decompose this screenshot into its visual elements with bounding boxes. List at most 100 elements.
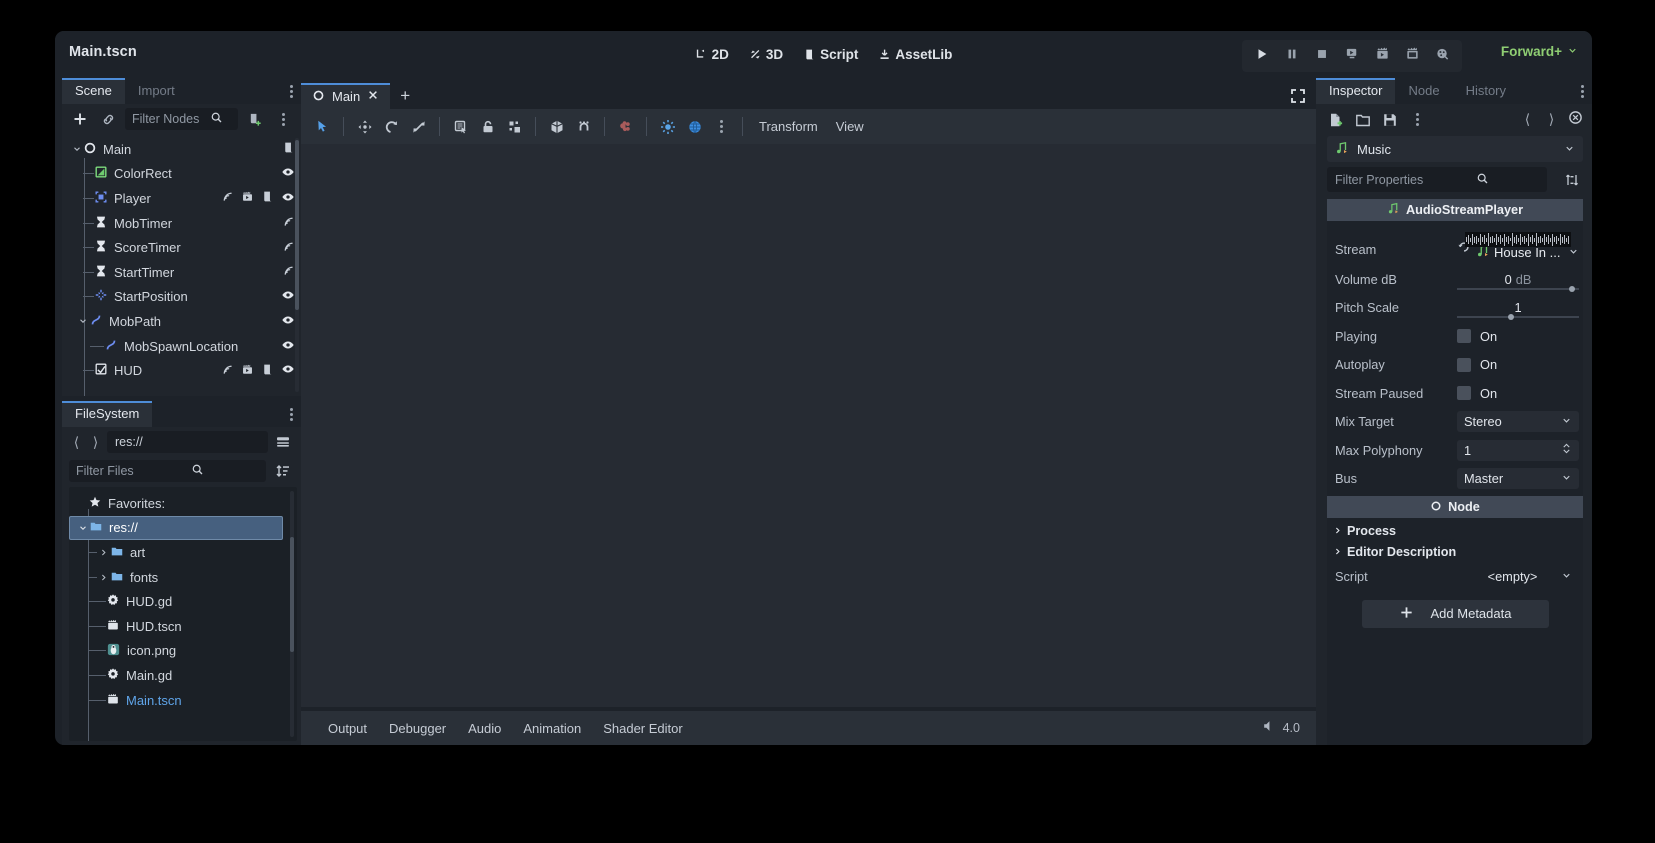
toggle-split-mode-button[interactable] — [272, 431, 294, 453]
tab-filesystem[interactable]: FileSystem — [62, 401, 153, 427]
history-forward-button[interactable]: ⟩ — [1544, 111, 1559, 128]
fs-item-main-gd[interactable]: Main.gd — [69, 663, 297, 688]
chevron-down-icon[interactable] — [1564, 142, 1575, 157]
stream-paused-checkbox[interactable] — [1457, 386, 1471, 401]
fs-item-res-root[interactable]: res:// — [69, 515, 283, 541]
fs-item-icon-png[interactable]: icon.png — [69, 639, 297, 664]
subsection-editor-description[interactable]: Editor Description — [1327, 541, 1583, 562]
run-specific-scene-button[interactable] — [1398, 44, 1426, 68]
slider-track[interactable] — [1457, 287, 1579, 290]
movie-writer-button[interactable] — [1368, 44, 1396, 68]
view-menu[interactable]: View — [827, 116, 873, 137]
signal-icon[interactable] — [282, 240, 295, 256]
stop-button[interactable] — [1308, 44, 1336, 68]
tree-item-colorrect[interactable]: ColorRect — [62, 162, 301, 187]
fs-item-art[interactable]: art — [69, 540, 297, 565]
skeleton-options-button[interactable] — [612, 114, 639, 140]
autoplay-checkbox[interactable] — [1457, 357, 1471, 372]
remote-debug-button[interactable] — [1428, 44, 1456, 68]
chevron-down-icon[interactable] — [1568, 245, 1579, 260]
scene-tree[interactable]: Main ColorRect Player MobTimer ScoreTime… — [62, 134, 301, 396]
tab-history[interactable]: History — [1453, 78, 1519, 104]
bus-dropdown[interactable]: Master — [1457, 468, 1579, 490]
select-mode-button[interactable] — [309, 114, 336, 140]
script-icon[interactable] — [261, 190, 274, 206]
scene-dock-menu-button[interactable] — [282, 78, 301, 104]
menu-assetlib[interactable]: AssetLib — [870, 43, 960, 66]
transform-menu[interactable]: Transform — [750, 116, 827, 137]
stream-resource-name[interactable]: House In ... — [1494, 245, 1564, 260]
mix-target-dropdown[interactable]: Stereo — [1457, 411, 1579, 433]
current-path-field[interactable]: res:// — [107, 431, 268, 453]
inspector-dock-menu-button[interactable] — [1573, 78, 1592, 104]
slider-track[interactable] — [1457, 316, 1579, 319]
history-back-button[interactable]: ⟨ — [1520, 111, 1535, 128]
preview-environment-button[interactable] — [681, 114, 708, 140]
tree-item-scoretimer[interactable]: ScoreTimer — [62, 235, 301, 260]
nav-back-button[interactable]: ⟨ — [69, 434, 84, 451]
tree-item-mobpath[interactable]: MobPath — [62, 309, 301, 334]
run-current-scene-button[interactable] — [1338, 44, 1366, 68]
visibility-icon[interactable] — [281, 288, 295, 305]
fs-item-favorites[interactable]: Favorites: — [69, 491, 297, 516]
tree-item-startposition[interactable]: StartPosition — [62, 285, 301, 310]
script-icon[interactable] — [261, 363, 274, 379]
add-metadata-button[interactable]: Add Metadata — [1361, 599, 1549, 628]
tab-shader-editor[interactable]: Shader Editor — [592, 717, 694, 740]
attach-script-button[interactable] — [244, 108, 266, 130]
filesystem-tree[interactable]: Favorites: res:// art fonts HUD.gd HUD.t… — [69, 487, 297, 741]
playing-checkbox[interactable] — [1457, 329, 1471, 344]
new-resource-button[interactable] — [1325, 109, 1347, 131]
expand-arrow-right-icon[interactable] — [97, 548, 110, 557]
snap-mode-button[interactable] — [570, 114, 597, 140]
slider-handle[interactable] — [1569, 285, 1575, 292]
tab-animation[interactable]: Animation — [512, 717, 592, 740]
subsection-process[interactable]: Process — [1327, 520, 1583, 541]
signal-icon[interactable] — [221, 190, 234, 206]
viewport-more-options-button[interactable] — [708, 114, 735, 140]
pitch-scale-field[interactable]: 1 — [1457, 297, 1579, 321]
sort-files-button[interactable] — [272, 460, 294, 482]
close-icon[interactable] — [367, 89, 379, 104]
rotate-mode-button[interactable] — [378, 114, 405, 140]
tab-node[interactable]: Node — [1395, 78, 1452, 104]
volume-icon[interactable] — [1262, 719, 1276, 738]
signal-icon[interactable] — [221, 363, 234, 379]
renderer-dropdown[interactable]: Forward+ — [1501, 44, 1578, 59]
fs-item-main-tscn[interactable]: Main.tscn — [69, 688, 297, 713]
scene-viewport[interactable] — [301, 144, 1316, 707]
signal-icon[interactable] — [282, 264, 295, 280]
script-icon[interactable] — [282, 141, 295, 157]
fs-item-fonts[interactable]: fonts — [69, 565, 297, 590]
tree-item-main[interactable]: Main — [62, 137, 301, 162]
fs-item-hud-tscn[interactable]: HUD.tscn — [69, 614, 297, 639]
play-button[interactable] — [1248, 44, 1276, 68]
filter-nodes-input[interactable]: Filter Nodes — [125, 108, 238, 130]
instance-child-scene-button[interactable] — [97, 108, 119, 130]
menu-2d[interactable]: 2D — [687, 43, 737, 66]
tab-debugger[interactable]: Debugger — [378, 717, 457, 740]
tree-item-mobtimer[interactable]: MobTimer — [62, 211, 301, 236]
scene-tree-scroll-thumb[interactable] — [295, 140, 299, 310]
visibility-icon[interactable] — [281, 338, 295, 355]
expand-arrow-right-icon[interactable] — [97, 573, 110, 582]
nav-forward-button[interactable]: ⟩ — [88, 434, 103, 451]
animation-icon[interactable] — [241, 363, 254, 379]
fs-item-hud-gd[interactable]: HUD.gd — [69, 589, 297, 614]
max-polyphony-spinbox[interactable]: 1 — [1457, 439, 1579, 461]
inspector-properties[interactable]: AudioStreamPlayer Stream House In ... Vo… — [1327, 199, 1583, 745]
scene-tree-menu-button[interactable] — [272, 108, 294, 130]
save-resource-button[interactable] — [1379, 109, 1401, 131]
preview-sun-button[interactable] — [654, 114, 681, 140]
visibility-icon[interactable] — [281, 190, 295, 207]
expand-arrow-down-icon[interactable] — [76, 316, 89, 326]
volume-db-field[interactable]: 0 dB — [1457, 269, 1579, 292]
expand-arrow-down-icon[interactable] — [70, 144, 83, 154]
lock-button[interactable] — [474, 114, 501, 140]
tree-item-hud[interactable]: HUD — [62, 358, 301, 383]
menu-script[interactable]: Script — [795, 43, 866, 66]
node-section-header[interactable]: Node — [1327, 496, 1583, 518]
animation-icon[interactable] — [241, 190, 254, 206]
add-scene-tab-button[interactable]: + — [390, 83, 420, 109]
add-node-button[interactable] — [69, 108, 91, 130]
